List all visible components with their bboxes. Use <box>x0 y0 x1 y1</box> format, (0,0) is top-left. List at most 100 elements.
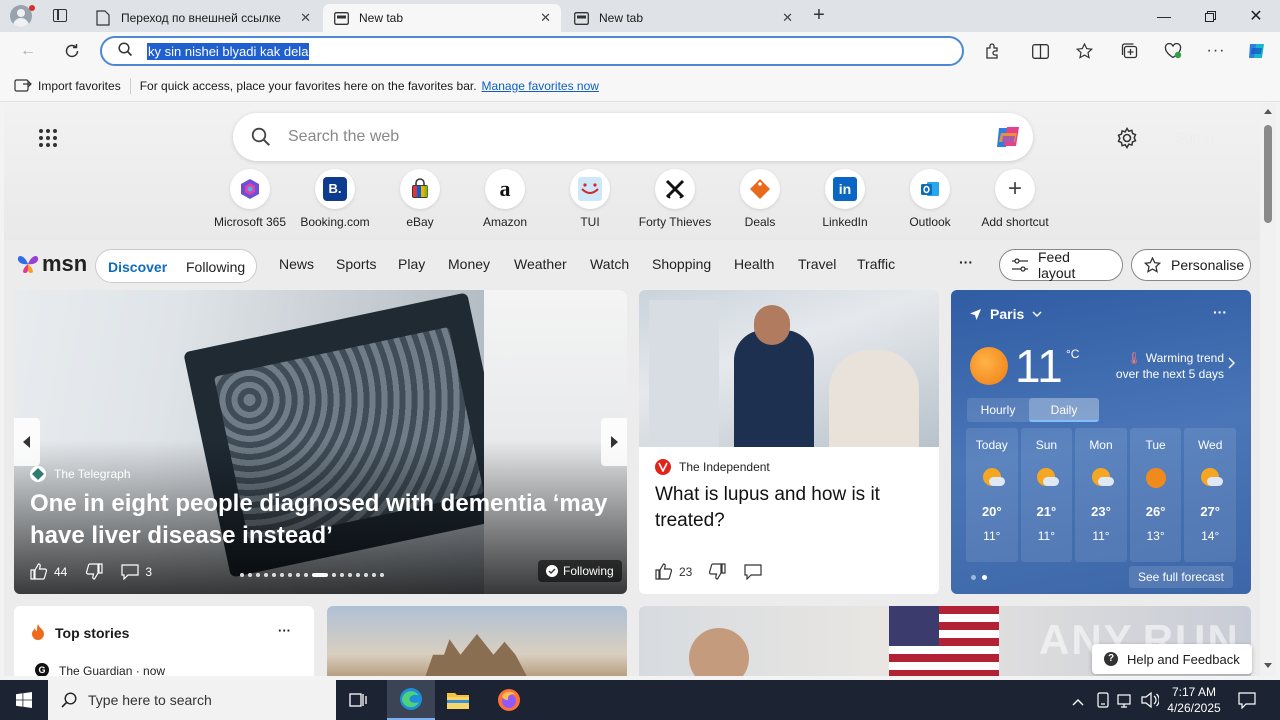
sign-in-button[interactable]: Sign in <box>1174 130 1214 145</box>
feed-layout-button[interactable]: Feed layout <box>999 249 1123 281</box>
shortcut-ebay[interactable]: eBay <box>377 169 463 229</box>
nav-sports[interactable]: Sports <box>336 256 376 272</box>
close-window-button[interactable]: ✕ <box>1233 0 1279 32</box>
favorites-icon[interactable] <box>1071 39 1097 63</box>
nav-play[interactable]: Play <box>398 256 425 272</box>
nav-traffic[interactable]: Traffic <box>857 256 895 272</box>
nav-news[interactable]: News <box>279 256 314 272</box>
like-icon[interactable] <box>655 563 673 580</box>
add-shortcut-button[interactable]: + Add shortcut <box>972 169 1058 229</box>
shortcut-deals[interactable]: Deals <box>717 169 803 229</box>
volume-icon[interactable] <box>1141 691 1160 711</box>
tab-daily[interactable]: Daily <box>1029 398 1099 422</box>
page-scrollbar[interactable] <box>1260 103 1276 676</box>
forecast-day[interactable]: Tue 26° 13° <box>1129 428 1182 562</box>
tab-new-tab-active[interactable]: New tab ✕ <box>323 4 561 32</box>
shortcut-microsoft-365[interactable]: Microsoft 365 <box>207 169 293 229</box>
carousel-prev-button[interactable] <box>14 418 40 466</box>
file-explorer-icon[interactable] <box>446 690 470 710</box>
dislike-icon[interactable] <box>708 563 726 580</box>
clock[interactable]: 7:17 AM 4/26/2025 <box>1164 684 1224 716</box>
forecast-day[interactable]: Mon 23° 11° <box>1075 428 1127 562</box>
top-stories-title[interactable]: Top stories <box>55 625 129 641</box>
forecast-day[interactable]: Wed 27° 14° <box>1184 428 1236 562</box>
chevron-right-icon[interactable] <box>1228 357 1235 372</box>
weather-page-dots[interactable] <box>971 575 987 580</box>
personalise-button[interactable]: Personalise <box>1131 249 1251 281</box>
firefox-icon[interactable] <box>497 688 521 712</box>
hero-story-card[interactable]: The Telegraph One in eight people diagno… <box>14 290 627 594</box>
copilot-icon[interactable] <box>993 121 1025 153</box>
back-button[interactable]: ← <box>14 38 42 64</box>
edge-taskbar-icon[interactable] <box>387 680 435 720</box>
shortcut-amazon[interactable]: a Amazon <box>462 169 548 229</box>
import-favorites-button[interactable]: Import favorites <box>38 79 121 93</box>
weather-more-icon[interactable]: ··· <box>1213 304 1227 320</box>
address-bar[interactable]: ky sin nishei blyadi kak dela <box>100 36 964 66</box>
app-launcher-icon[interactable] <box>38 128 58 148</box>
tab-discover[interactable]: Discover <box>108 259 167 275</box>
tab-actions-icon[interactable] <box>53 9 67 22</box>
nav-money[interactable]: Money <box>448 256 490 272</box>
close-tab-icon[interactable]: ✕ <box>782 10 793 26</box>
forecast-day[interactable]: Sun 21° 11° <box>1020 428 1073 562</box>
close-tab-icon[interactable]: ✕ <box>540 10 551 26</box>
tab-external-link[interactable]: Переход по внешней ссылке ✕ <box>85 4 321 32</box>
top-stories-more-icon[interactable]: ··· <box>278 623 291 638</box>
taskbar-search-box[interactable]: Type here to search <box>48 680 336 720</box>
show-hidden-icons[interactable] <box>1072 694 1084 709</box>
device-icon[interactable] <box>1096 692 1110 711</box>
notifications-icon[interactable] <box>1238 691 1256 712</box>
collections-icon[interactable] <box>1116 39 1142 63</box>
tab-following[interactable]: Following <box>186 259 245 275</box>
hero-headline[interactable]: One in eight people diagnosed with demen… <box>30 488 610 552</box>
web-search-box[interactable]: Search the web <box>233 113 1033 161</box>
start-button[interactable] <box>0 680 48 720</box>
task-view-icon[interactable] <box>349 691 369 709</box>
castle-story-card[interactable] <box>327 606 627 676</box>
tab-hourly[interactable]: Hourly <box>967 398 1029 422</box>
scrollbar-thumb[interactable] <box>1264 125 1272 223</box>
nav-shopping[interactable]: Shopping <box>652 256 711 272</box>
shortcut-booking[interactable]: B. Booking.com <box>292 169 378 229</box>
dislike-icon[interactable] <box>85 563 103 580</box>
shortcut-tui[interactable]: TUI <box>547 169 633 229</box>
location-row[interactable]: Paris <box>969 306 1042 322</box>
comment-icon[interactable] <box>121 563 139 580</box>
nav-more-icon[interactable]: ··· <box>959 254 973 270</box>
address-input-text[interactable]: ky sin nishei blyadi kak dela <box>147 42 310 60</box>
nav-health[interactable]: Health <box>734 256 774 272</box>
carousel-next-button[interactable] <box>601 418 627 466</box>
more-options-icon[interactable]: ··· <box>1203 39 1229 63</box>
comment-icon[interactable] <box>744 563 762 580</box>
import-favorites-icon[interactable] <box>14 78 32 93</box>
extensions-icon[interactable] <box>979 39 1005 63</box>
settings-gear-icon[interactable] <box>1116 127 1138 149</box>
split-screen-icon[interactable] <box>1027 39 1053 63</box>
top-stories-source[interactable]: The Guardian · now <box>59 664 165 676</box>
scroll-down-arrow[interactable] <box>1264 663 1272 668</box>
story-card-lupus[interactable]: The Independent What is lupus and how is… <box>639 290 939 594</box>
see-full-forecast-button[interactable]: See full forecast <box>1129 566 1233 588</box>
minimize-button[interactable]: — <box>1141 0 1187 32</box>
warming-trend[interactable]: 🌡 Warming trend over the next 5 days <box>1114 350 1224 382</box>
following-badge[interactable]: Following <box>538 560 622 582</box>
copilot-icon[interactable] <box>1244 39 1270 63</box>
shortcut-forty-thieves[interactable]: Forty Thieves <box>632 169 718 229</box>
forecast-day[interactable]: Today 20° 11° <box>966 428 1018 562</box>
shortcut-outlook[interactable]: Outlook <box>887 169 973 229</box>
search-input[interactable]: Search the web <box>288 128 399 146</box>
refresh-button[interactable] <box>58 38 86 64</box>
tab-new-tab[interactable]: New tab ✕ <box>563 4 803 32</box>
shortcut-linkedin[interactable]: in LinkedIn <box>802 169 888 229</box>
nav-watch[interactable]: Watch <box>590 256 629 272</box>
story2-headline[interactable]: What is lupus and how is it treated? <box>655 482 925 534</box>
like-icon[interactable] <box>30 563 48 580</box>
carousel-dots[interactable] <box>240 570 396 580</box>
nav-travel[interactable]: Travel <box>798 256 836 272</box>
browser-essentials-icon[interactable] <box>1160 39 1186 63</box>
close-tab-icon[interactable]: ✕ <box>300 10 311 26</box>
hero-source[interactable]: The Telegraph <box>54 467 131 481</box>
msn-logo[interactable]: msn <box>16 251 87 277</box>
scroll-up-arrow[interactable] <box>1264 109 1272 114</box>
